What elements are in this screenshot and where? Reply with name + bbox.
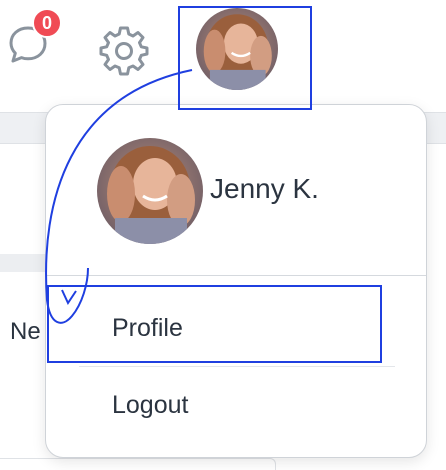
- settings-button[interactable]: [98, 24, 150, 76]
- user-avatar-button[interactable]: [196, 8, 278, 90]
- gear-icon: [99, 26, 149, 76]
- notification-badge: 0: [32, 8, 62, 38]
- menu-item-logout[interactable]: Logout: [46, 377, 426, 437]
- user-name: Jenny K.: [210, 173, 319, 204]
- menu-separator: [79, 366, 395, 367]
- page-card-edge: [0, 458, 276, 470]
- messages-button[interactable]: 0: [6, 8, 62, 68]
- page-partial-text: Ne: [10, 318, 41, 345]
- app-stage: 0 Ne Jenny K. Profile Logout: [0, 0, 446, 470]
- avatar-photo: [97, 138, 203, 244]
- dropdown-user-header: Jenny K.: [46, 105, 426, 275]
- menu-item-profile[interactable]: Profile: [46, 300, 426, 360]
- menu-item-label: Profile: [112, 314, 183, 342]
- menu-item-label: Logout: [112, 391, 189, 419]
- user-dropdown-menu: Jenny K. Profile Logout: [45, 104, 427, 458]
- avatar-photo: [196, 8, 278, 90]
- top-header: 0: [0, 0, 446, 112]
- dropdown-avatar: [97, 138, 203, 244]
- header-divider: [46, 275, 426, 276]
